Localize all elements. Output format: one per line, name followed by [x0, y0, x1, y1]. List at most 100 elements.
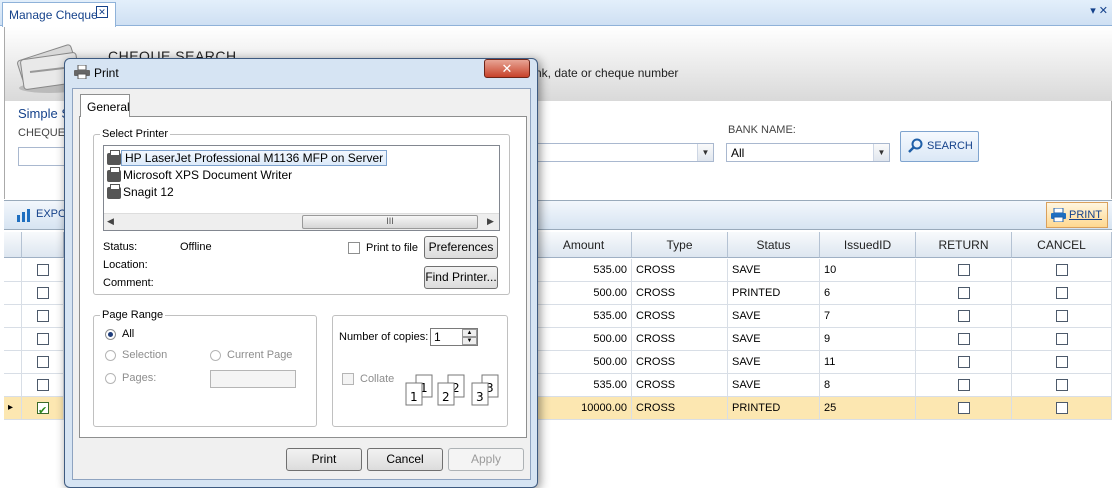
cancel-checkbox[interactable] — [1056, 287, 1068, 299]
return-cell[interactable] — [916, 397, 1012, 420]
chevron-down-icon[interactable]: ▼ — [873, 144, 889, 161]
select-checkbox[interactable] — [37, 400, 49, 420]
column-header-amount[interactable]: Amount — [536, 232, 632, 258]
print-dialog-cancel-button[interactable]: Cancel — [367, 448, 443, 471]
range-all-radio[interactable] — [105, 329, 116, 340]
cancel-checkbox[interactable] — [1056, 356, 1068, 368]
cancel-checkbox[interactable] — [1056, 402, 1068, 414]
cancel-cell[interactable] — [1012, 328, 1112, 351]
type-cell: CROSS — [632, 374, 728, 397]
return-checkbox[interactable] — [958, 402, 970, 414]
cancel-cell[interactable] — [1012, 397, 1112, 420]
return-cell[interactable] — [916, 259, 1012, 282]
search-button[interactable]: SEARCH — [900, 131, 979, 162]
issuedid-cell: 11 — [820, 351, 916, 374]
select-cell[interactable] — [22, 351, 64, 374]
range-selection-radio[interactable] — [105, 350, 116, 361]
cheque-number-input[interactable] — [18, 147, 68, 166]
spin-up-icon[interactable]: ▲ — [462, 329, 477, 337]
select-printer-label: Select Printer — [100, 128, 171, 140]
select-checkbox[interactable] — [37, 287, 49, 299]
spin-down-icon[interactable]: ▼ — [462, 337, 477, 345]
cancel-cell[interactable] — [1012, 282, 1112, 305]
status-cell: SAVE — [728, 305, 820, 328]
select-cell[interactable] — [22, 259, 64, 282]
printer-icon — [1051, 208, 1066, 222]
tab-general[interactable]: General — [80, 94, 130, 117]
cancel-cell[interactable] — [1012, 374, 1112, 397]
date-combo[interactable]: ▼ — [536, 143, 714, 162]
collate-checkbox[interactable] — [342, 373, 354, 385]
comment-label: Comment: — [103, 277, 154, 289]
select-checkbox[interactable] — [37, 264, 49, 276]
cancel-checkbox[interactable] — [1056, 310, 1068, 322]
select-cell[interactable] — [22, 374, 64, 397]
print-dialog-print-button[interactable]: Print — [286, 448, 362, 471]
print-to-file-checkbox[interactable] — [348, 242, 360, 254]
tab-label: Manage Cheque — [9, 8, 98, 22]
issuedid-cell: 10 — [820, 259, 916, 282]
preferences-button[interactable]: Preferences — [424, 236, 498, 259]
type-cell: CROSS — [632, 282, 728, 305]
column-header-cancel[interactable]: CANCEL — [1012, 232, 1112, 258]
return-cell[interactable] — [916, 305, 1012, 328]
pages-input[interactable] — [210, 370, 296, 388]
chevron-down-icon[interactable]: ▼ — [697, 144, 713, 161]
print-button[interactable]: PRINT — [1046, 202, 1108, 228]
return-cell[interactable] — [916, 351, 1012, 374]
return-cell[interactable] — [916, 282, 1012, 305]
find-printer-button[interactable]: Find Printer... — [424, 266, 498, 289]
range-current-radio[interactable] — [210, 350, 221, 361]
select-cell[interactable] — [22, 305, 64, 328]
select-checkbox[interactable] — [37, 379, 49, 391]
return-checkbox[interactable] — [958, 356, 970, 368]
location-label: Location: — [103, 259, 148, 271]
column-header-status[interactable]: Status — [728, 232, 820, 258]
cancel-checkbox[interactable] — [1056, 379, 1068, 391]
select-checkbox[interactable] — [37, 310, 49, 322]
dialog-close-button[interactable]: ✕ — [484, 59, 530, 78]
scroll-thumb[interactable]: III — [302, 215, 478, 229]
scroll-left-icon[interactable]: ◀ — [107, 216, 114, 227]
select-checkbox[interactable] — [37, 333, 49, 345]
return-checkbox[interactable] — [958, 310, 970, 322]
cancel-cell[interactable] — [1012, 305, 1112, 328]
return-checkbox[interactable] — [958, 379, 970, 391]
status-cell: PRINTED — [728, 397, 820, 420]
type-cell: CROSS — [632, 259, 728, 282]
column-header-return[interactable]: RETURN — [916, 232, 1012, 258]
cancel-cell[interactable] — [1012, 259, 1112, 282]
return-checkbox[interactable] — [958, 287, 970, 299]
cancel-checkbox[interactable] — [1056, 333, 1068, 345]
status-cell: SAVE — [728, 328, 820, 351]
copies-label: Number of copies: — [339, 331, 429, 343]
select-cell[interactable] — [22, 282, 64, 305]
select-cell[interactable] — [22, 328, 64, 351]
printer-item-xps[interactable]: Microsoft XPS Document Writer — [123, 168, 292, 182]
status-value: Offline — [180, 241, 212, 253]
cancel-checkbox[interactable] — [1056, 264, 1068, 276]
return-cell[interactable] — [916, 328, 1012, 351]
cancel-cell[interactable] — [1012, 351, 1112, 374]
range-pages-radio[interactable] — [105, 373, 116, 384]
bank-name-select[interactable]: All ▼ — [726, 143, 890, 162]
column-header-type[interactable]: Type — [632, 232, 728, 258]
column-header-issuedid[interactable]: IssuedID — [820, 232, 916, 258]
type-cell: CROSS — [632, 397, 728, 420]
export-button[interactable]: EXPO — [36, 208, 67, 220]
select-cell[interactable] — [22, 397, 64, 420]
tab-menu-arrows[interactable]: ▾ ✕ — [1090, 4, 1108, 17]
print-dialog-apply-button[interactable]: Apply — [448, 448, 524, 471]
issuedid-cell: 6 — [820, 282, 916, 305]
return-checkbox[interactable] — [958, 333, 970, 345]
printer-item-snagit[interactable]: Snagit 12 — [123, 185, 174, 199]
return-checkbox[interactable] — [958, 264, 970, 276]
select-column-header[interactable] — [22, 232, 64, 258]
select-checkbox[interactable] — [37, 356, 49, 368]
return-cell[interactable] — [916, 374, 1012, 397]
export-icon — [17, 209, 30, 222]
scroll-right-icon[interactable]: ▶ — [487, 216, 494, 227]
bank-name-label: BANK NAME: — [728, 124, 796, 136]
printer-item-hp[interactable]: HP LaserJet Professional M1136 MFP on Se… — [121, 150, 388, 166]
tab-close-icon[interactable]: ✕ — [96, 6, 108, 18]
